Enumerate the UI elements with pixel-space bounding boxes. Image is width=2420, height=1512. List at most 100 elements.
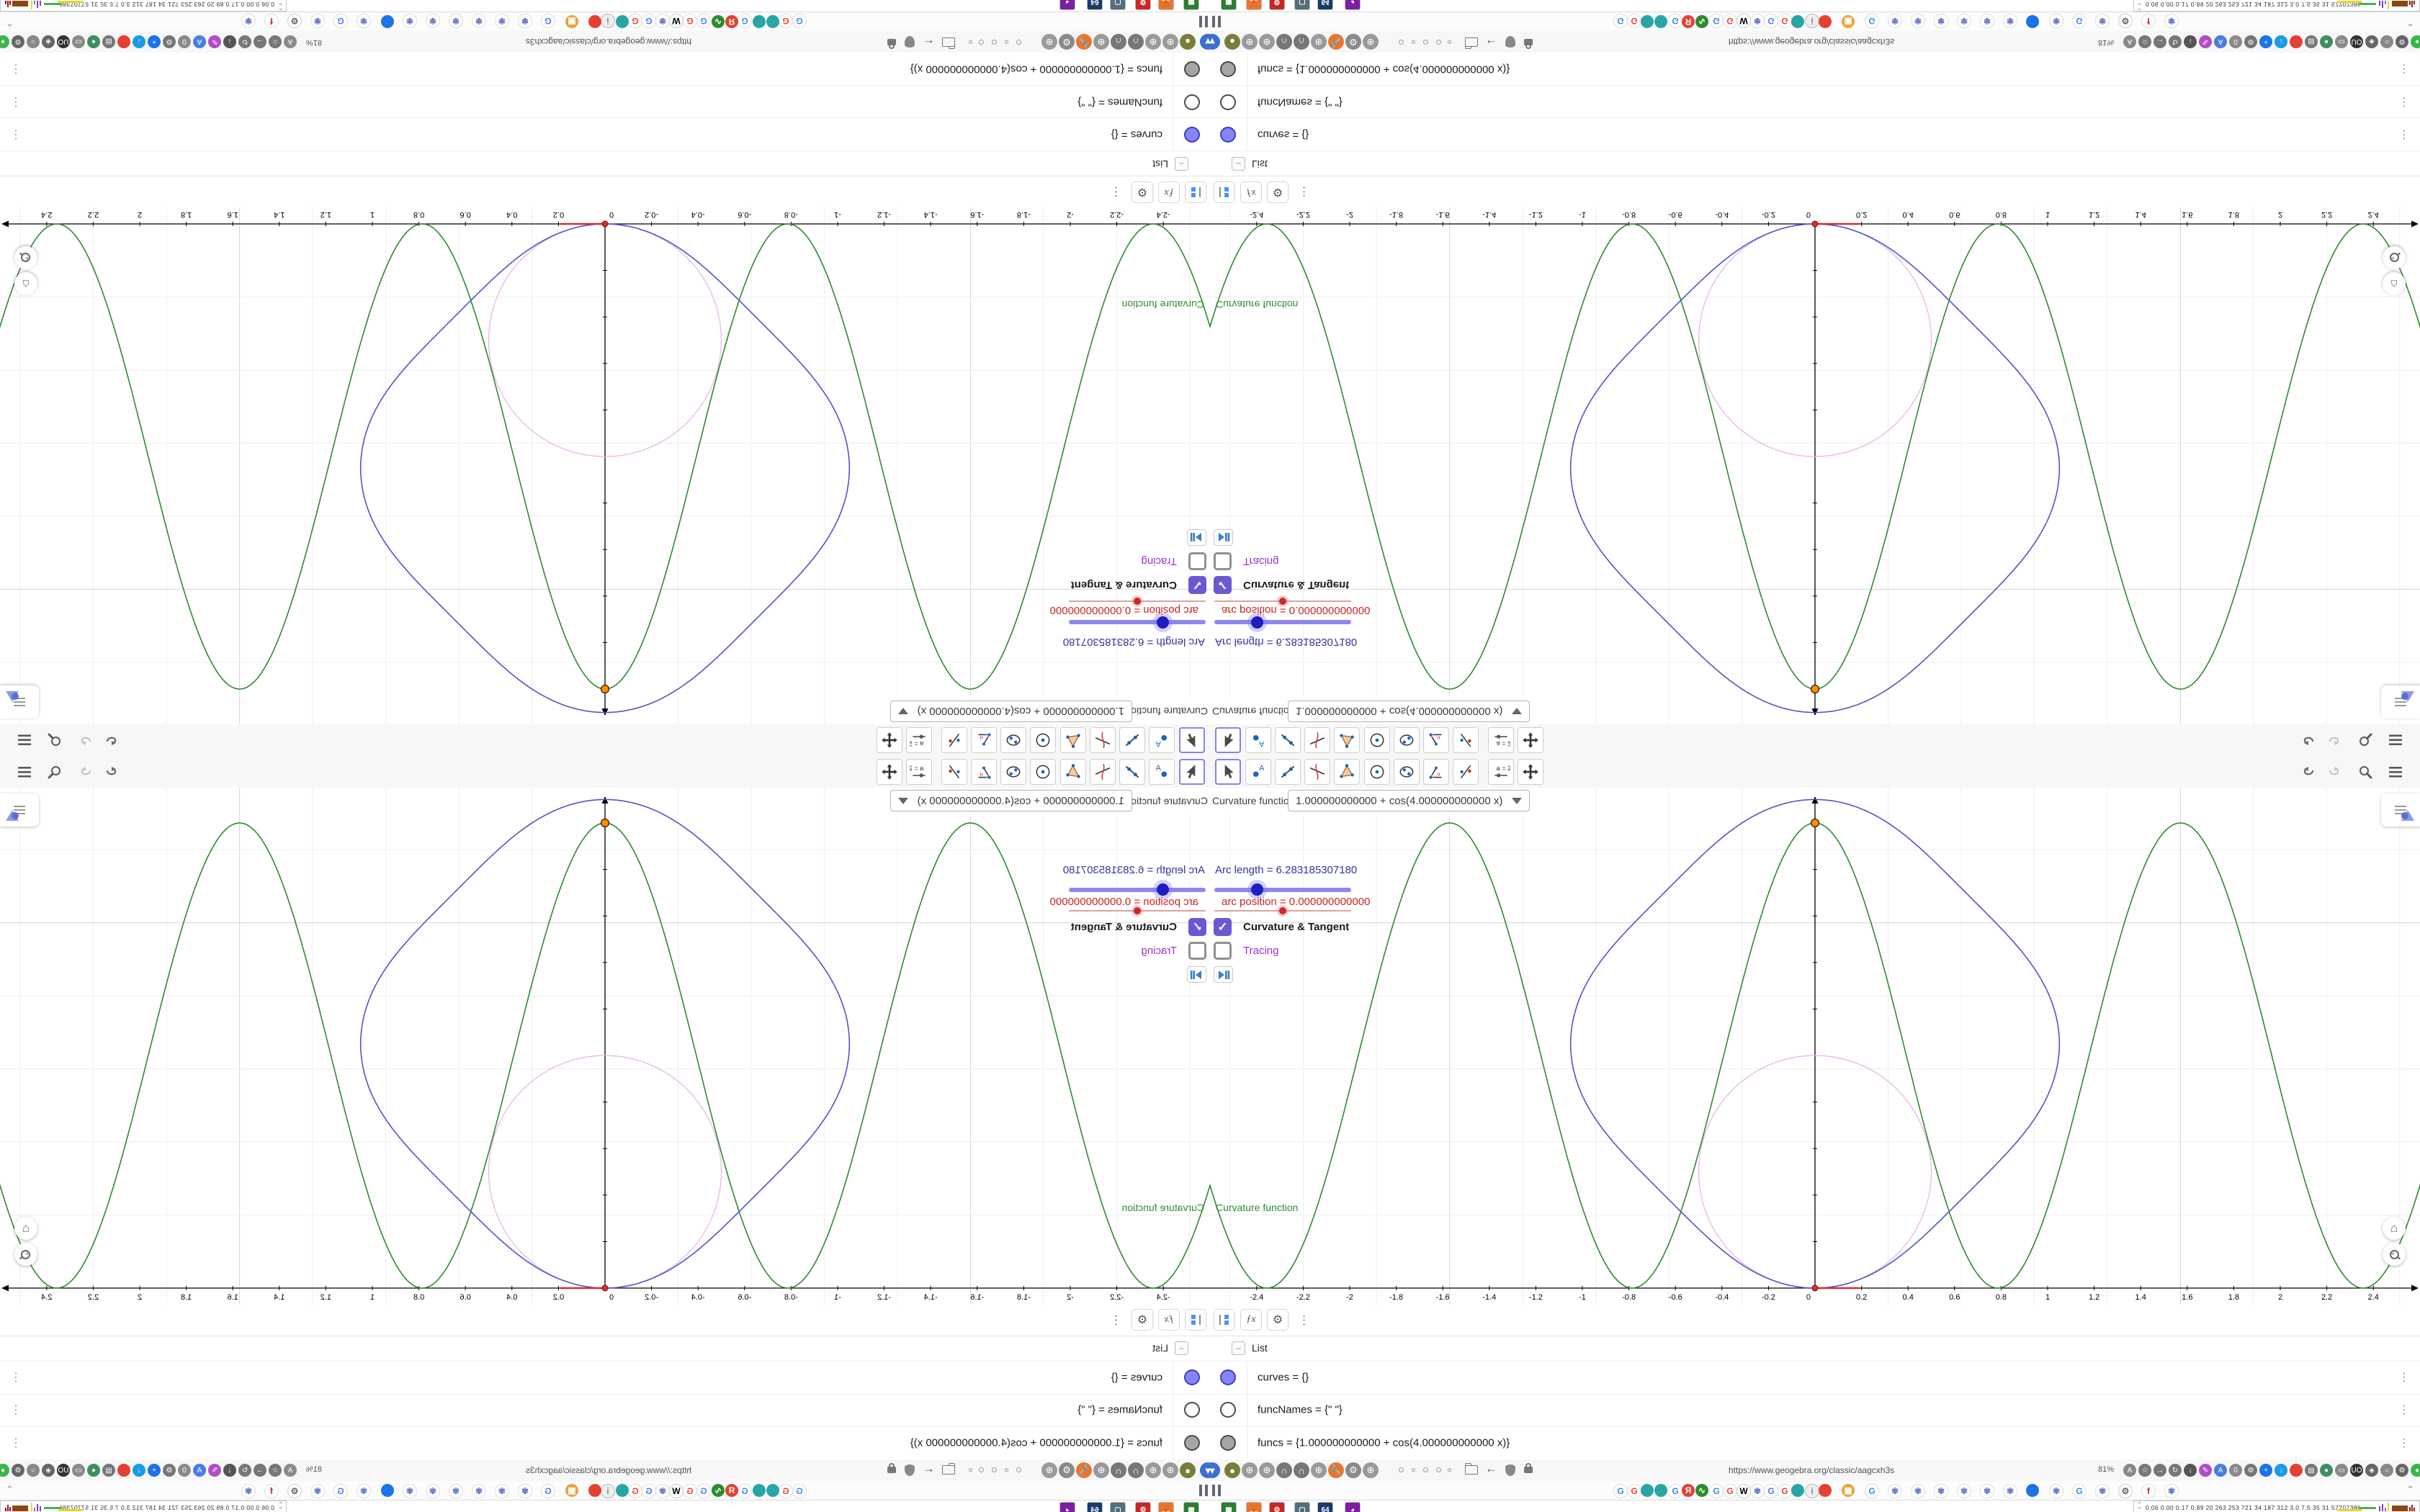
bookmark-favicon[interactable]: Я [1682,15,1695,28]
bookmark-favicon[interactable]: ✾ [2003,1484,2017,1498]
pinned-tab[interactable]: ⚙ [1135,0,1151,10]
globe-icon[interactable]: ⊕ [1311,1462,1327,1478]
bookmark-favicon[interactable] [616,1484,629,1497]
bookmark-favicon[interactable]: ▣ [565,15,578,28]
row-kebab-icon[interactable]: ⋮ [2398,1436,2410,1450]
tracing-checkbox-row[interactable]: Tracing [1142,942,1206,960]
extension-icon[interactable]: ▤ [102,1464,115,1477]
bookmark-favicon[interactable]: ✾ [403,14,417,28]
extension-icon[interactable]: ↓ [2275,35,2287,48]
visibility-toggle-funcnames[interactable] [1184,94,1200,110]
headset-icon[interactable]: ∩ [1111,34,1126,50]
shield-icon[interactable] [1505,1464,1515,1476]
tool-point[interactable]: A [1149,759,1175,785]
bookmark-favicon[interactable]: ✾ [1911,14,1925,28]
bookmark-favicon[interactable]: ✾ [1980,14,1994,28]
bookmark-favicon[interactable]: ✾ [472,1484,486,1498]
bookmark-favicon[interactable]: G [1627,1484,1641,1498]
extension-icon[interactable]: A [2123,35,2136,48]
pinned-tab[interactable]: ◕ [1059,1502,1075,1512]
bookmark-favicon[interactable] [766,1484,779,1497]
bookmark-favicon[interactable]: ✾ [495,1484,509,1498]
tool-slider[interactable]: a = 2 [906,759,932,785]
bookmark-favicon[interactable]: G [628,14,642,28]
bookmark-favicon[interactable]: ⚙ [287,14,302,28]
bookmark-favicon[interactable]: ✾ [426,14,440,28]
bookmark-favicon[interactable]: ▣ [1842,1484,1855,1497]
bookmark-favicon[interactable]: G [628,1484,642,1498]
curvature-tangent-checkbox-row[interactable]: ✓ Curvature & Tangent [1071,576,1206,594]
tool-intersect-curves[interactable] [1090,727,1116,753]
bookmark-favicon[interactable]: ∿ [712,1484,725,1497]
function-view-button[interactable]: ƒx [1158,181,1180,203]
globe-icon[interactable]: ⊕ [1259,34,1275,50]
curvature-tangent-checkbox[interactable]: ✓ [1188,918,1206,936]
algebra-panel-toggle[interactable] [2381,685,2420,719]
home-button[interactable]: ⌂ [2383,272,2406,295]
firefox-tools-icon[interactable]: 🔧 [1328,34,1344,50]
arc-position-slider-knob[interactable] [1134,907,1141,914]
function-view-button[interactable]: ƒx [1158,1309,1180,1331]
curvature-tangent-checkbox-row[interactable]: ✓ Curvature & Tangent [1071,918,1206,936]
extension-dot-icon[interactable] [979,40,984,45]
tool-reflect-about-line[interactable] [941,727,967,753]
extension-dot-icon[interactable] [1412,1468,1415,1472]
bookmark-favicon[interactable]: ✾ [2095,1484,2110,1498]
bookmark-favicon[interactable]: Я [725,1484,738,1497]
search-button[interactable] [2355,730,2375,750]
extension-dot-icon[interactable] [992,1467,997,1472]
algebra-panel-toggle[interactable] [2381,793,2420,827]
bookmark-favicon[interactable]: ✾ [2003,14,2017,28]
extension-icon[interactable]: ● [0,35,9,48]
extension-icon[interactable]: ⚙ [163,35,176,48]
step-animation-button[interactable] [1187,966,1206,983]
extension-icon[interactable]: ○ [27,35,40,48]
pinned-tab[interactable]: ⚙ [1269,1502,1285,1512]
pinned-tab[interactable]: ⚙ [1269,0,1285,10]
bookmark-favicon[interactable]: ⚙ [2118,14,2133,28]
globe-icon[interactable]: ⊕ [1162,34,1178,50]
extension-icon[interactable]: → [254,35,266,48]
row-kebab-icon[interactable]: ⋮ [2398,127,2410,142]
graphics-view[interactable]: -2.4 -2.2 -2 -1.8 -1.6 -1.4 -1.2 -1 -0.8 -0.6 -0.4… [0,788,1210,1305]
extension-icon[interactable]: ↻ [238,35,251,48]
collapse-button[interactable]: − [1175,1341,1188,1355]
back-arrow-icon[interactable]: ← [923,1462,935,1476]
extension-icon[interactable]: ⚙ [2244,35,2257,48]
extension-icon[interactable] [117,35,130,48]
tool-circle-center-point[interactable] [1364,759,1390,785]
bookmark-favicon[interactable]: G [1723,1484,1737,1498]
algebra-row-funcs[interactable]: funcs = {1.000000000000 + cos(4.00000000… [1210,1426,2420,1460]
bookmark-favicon[interactable]: G [642,14,656,28]
zoom-level-badge[interactable]: 81% [306,38,322,47]
extension-icon[interactable]: ⚙ [12,1464,24,1477]
arc-length-slider[interactable] [1069,616,1206,629]
zoom-in-button[interactable]: + [2383,246,2406,269]
bookmark-favicon[interactable]: G [1778,1484,1792,1498]
extension-icon[interactable]: ↓ [133,1464,145,1477]
shield-icon[interactable] [905,1464,915,1476]
redo-button[interactable] [77,762,97,782]
visibility-toggle-funcs[interactable] [1220,61,1236,78]
extension-icon[interactable]: ◈ [42,1464,55,1477]
bookmark-favicon[interactable]: ✾ [426,1484,440,1498]
tool-move-graphics-view[interactable] [877,759,902,785]
folder-icon[interactable] [942,1465,955,1475]
home-button[interactable]: ⌂ [14,1217,37,1240]
tool-reflect-about-line[interactable] [1453,759,1479,785]
extension-icon[interactable]: ◈ [2365,35,2378,48]
tool-intersect-curves[interactable] [1304,759,1330,785]
bookmark-favicon[interactable]: ⚙ [2118,1484,2133,1498]
bookmark-favicon[interactable]: ✾ [1957,1484,1971,1498]
extension-icon[interactable]: ▤ [2305,1464,2318,1477]
bookmark-favicon[interactable]: G [792,14,807,28]
graphics-view[interactable]: -2.4 -2.2 -2 -1.8 -1.6 -1.4 -1.2 -1 -0.8 -0.6 -0.4… [0,207,1210,724]
bookmark-favicon[interactable]: ✾ [357,1484,371,1498]
bookmark-favicon[interactable]: ✾ [1888,14,1902,28]
undo-button[interactable] [2300,730,2320,750]
undo-button[interactable] [2300,762,2320,782]
tool-intersect-curves[interactable] [1090,759,1116,785]
extension-icon[interactable]: ✎ [208,35,221,48]
extension-icon[interactable]: ↓ [2275,1464,2287,1477]
extension-icon[interactable]: A [284,35,297,48]
